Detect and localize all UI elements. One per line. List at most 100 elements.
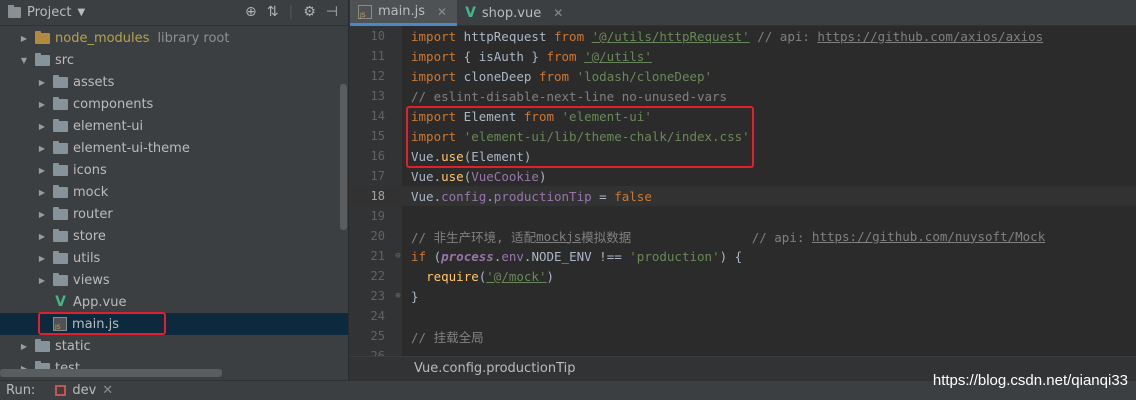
code-token: '@/utils/httpRequest': [591, 28, 750, 44]
close-icon[interactable]: ✕: [102, 383, 113, 398]
tree-item-element-ui-theme[interactable]: ▶ element-ui-theme: [0, 137, 348, 159]
code-token: import: [411, 48, 457, 64]
tab-label: main.js: [378, 4, 425, 19]
code-line[interactable]: 22 require('@/mock'): [350, 266, 1136, 286]
editor: JS main.js ✕ Vshop.vue ✕ 10 import httpReques…: [349, 0, 1136, 380]
hint-text: Vue.config.productionTip: [414, 361, 576, 376]
code-token: 'production': [629, 248, 720, 264]
code-token: from: [554, 28, 585, 44]
code-token: process: [441, 248, 494, 264]
tree-item-label: node_modules: [55, 30, 150, 46]
code-line[interactable]: 13 // eslint-disable-next-line no-unused-…: [350, 86, 1136, 106]
code-token: ): [538, 168, 547, 184]
close-icon[interactable]: ✕: [553, 6, 563, 20]
code-line[interactable]: 25 // 挂载全局: [350, 326, 1136, 346]
separator: |: [288, 4, 294, 20]
chevron-right-icon[interactable]: ▶: [36, 166, 48, 175]
tree-item-label: App.vue: [73, 294, 127, 310]
folder-icon: [53, 162, 68, 176]
chevron-right-icon[interactable]: ▶: [18, 34, 30, 43]
chevron-right-icon[interactable]: ▶: [18, 342, 30, 351]
chevron-right-icon[interactable]: ▶: [36, 254, 48, 263]
tree-item-mock[interactable]: ▶ mock: [0, 181, 348, 203]
tree-item-utils[interactable]: ▶ utils: [0, 247, 348, 269]
code-line[interactable]: 23 ⊕}: [350, 286, 1136, 306]
code-area[interactable]: 10 import httpRequest from '@/utils/httpR…: [350, 26, 1136, 366]
tree-item-store[interactable]: ▶ store: [0, 225, 348, 247]
hide-icon[interactable]: ⊣: [326, 4, 338, 20]
code-token: Vue.: [411, 188, 442, 204]
tree-item-src[interactable]: ▼ src: [0, 49, 348, 71]
tree-item-icons[interactable]: ▶ icons: [0, 159, 348, 181]
chevron-right-icon[interactable]: ▶: [36, 276, 48, 285]
code-line[interactable]: 21 ⊖ if (process. env .NODE_ENV !== 'product…: [350, 246, 1136, 266]
line-number: 15: [370, 129, 385, 143]
tree-item-label: element-ui: [73, 118, 144, 134]
code-line[interactable]: 11 import { isAuth } from '@/utils': [350, 46, 1136, 66]
line-number: 13: [370, 89, 385, 103]
tree-item-element-ui[interactable]: ▶ element-ui: [0, 115, 348, 137]
code-token: httpRequest: [456, 28, 554, 44]
tab-main-js[interactable]: JS main.js ✕: [350, 0, 458, 26]
tree-item-label: mock: [73, 184, 109, 200]
horizontal-scrollbar[interactable]: [0, 369, 222, 377]
tab-shop-vue[interactable]: Vshop.vue ✕: [457, 0, 573, 26]
tree-item-assets[interactable]: ▶ assets: [0, 71, 348, 93]
close-icon[interactable]: ✕: [437, 5, 447, 19]
code-line[interactable]: 24: [350, 306, 1136, 326]
code-token: .: [493, 248, 502, 264]
line-number: 11: [370, 49, 385, 63]
code-line[interactable]: 10 import httpRequest from '@/utils/httpR…: [350, 26, 1136, 46]
folder-icon: [53, 74, 68, 88]
code-token: https://github.com/axios/axios: [817, 28, 1044, 44]
folder-icon: [35, 52, 50, 66]
chevron-right-icon[interactable]: ▶: [36, 78, 48, 87]
tree-item-label: views: [73, 272, 110, 288]
folder-icon: [53, 250, 68, 264]
code-token: mockjs: [536, 228, 582, 244]
code-token: env: [501, 248, 524, 264]
project-title: Project: [27, 5, 72, 20]
tree-item-views[interactable]: ▶ views: [0, 269, 348, 291]
chevron-down-icon[interactable]: ▼: [18, 56, 30, 65]
folder-icon: [53, 96, 68, 110]
code-token: ) {: [719, 248, 743, 264]
project-panel-header[interactable]: Project ▼ ⊕ ⇅ | ⚙ ⊣: [0, 0, 348, 26]
chevron-right-icon[interactable]: ▶: [36, 188, 48, 197]
js-file-icon: JS: [358, 4, 372, 19]
tree-item-components[interactable]: ▶ components: [0, 93, 348, 115]
code-token: cloneDeep: [456, 68, 539, 84]
code-line[interactable]: 18 Vue. config. productionTip = false: [350, 186, 1136, 206]
code-line[interactable]: 20 // 非生产环境, 适配 mockjs 模拟数据 // api: https:/…: [350, 226, 1136, 246]
chevron-right-icon[interactable]: ▶: [36, 144, 48, 153]
vertical-scrollbar[interactable]: [340, 84, 347, 230]
chevron-right-icon[interactable]: ▶: [36, 232, 48, 241]
code-line[interactable]: 17 Vue. use(VueCookie): [350, 166, 1136, 186]
chevron-down-icon[interactable]: ▼: [77, 7, 85, 18]
fold-icon[interactable]: ⊕: [385, 291, 411, 301]
code-token: productionTip: [493, 188, 592, 204]
run-label: Run:: [6, 383, 36, 398]
tree-item-label: utils: [73, 250, 101, 266]
folder-icon: [35, 338, 50, 352]
code-token: ): [546, 268, 555, 284]
chevron-right-icon[interactable]: ▶: [36, 210, 48, 219]
line-number: 10: [370, 29, 385, 43]
chevron-right-icon[interactable]: ▶: [36, 100, 48, 109]
collapse-icon[interactable]: ⇅: [267, 4, 279, 20]
chevron-right-icon[interactable]: ▶: [36, 122, 48, 131]
tree-item-static[interactable]: ▶ static: [0, 335, 348, 357]
locate-icon[interactable]: ⊕: [245, 4, 257, 20]
tree-item-router[interactable]: ▶ router: [0, 203, 348, 225]
run-config-name[interactable]: dev: [72, 383, 96, 398]
code-token: .: [486, 188, 494, 204]
code-line[interactable]: 12 import cloneDeep from 'lodash/cloneDee…: [350, 66, 1136, 86]
fold-icon[interactable]: ⊖: [385, 251, 411, 261]
tree-item-node-modules[interactable]: ▶ node_modules library root: [0, 27, 348, 49]
gear-icon[interactable]: ⚙: [303, 4, 316, 20]
tree-item-label: static: [55, 338, 91, 354]
line-number: 19: [370, 209, 385, 223]
tree-item-app-vue[interactable]: V App.vue: [0, 291, 348, 313]
code-line[interactable]: 19: [350, 206, 1136, 226]
